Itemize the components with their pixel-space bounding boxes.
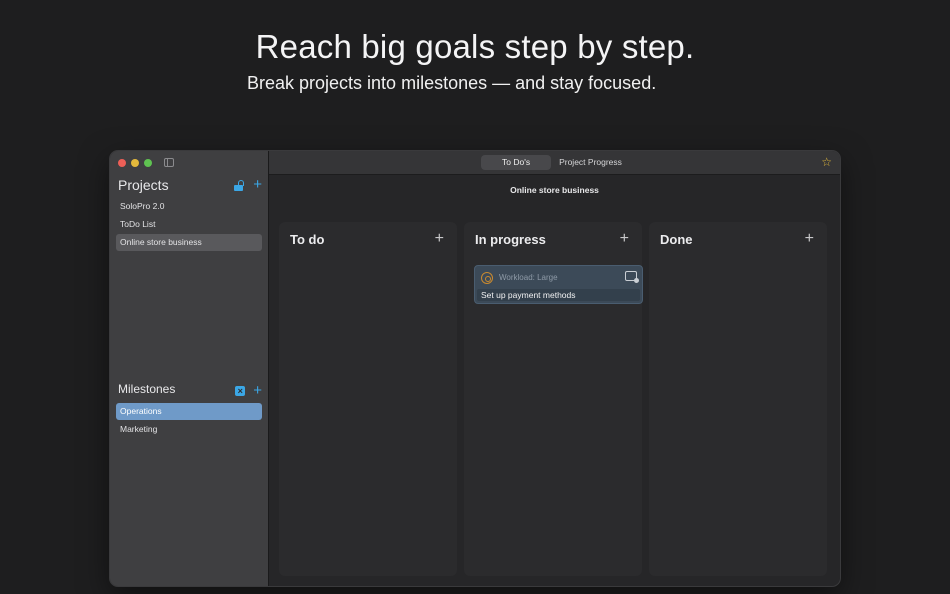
zoom-window-button[interactable] [144,159,152,167]
star-icon[interactable]: ☆ [821,155,832,169]
column-title: To do [290,232,325,247]
window-controls [118,159,152,167]
column-title: In progress [475,232,546,247]
sidebar-toggle-icon[interactable] [164,158,174,167]
add-project-button[interactable]: + [253,177,262,192]
add-card-button[interactable]: + [435,231,444,247]
milestone-item-selected[interactable]: Operations [116,403,262,420]
view-switcher: To Do's Project Progress [481,155,630,170]
hero-subtitle: Break projects into milestones — and sta… [247,73,657,93]
milestones-list: Operations Marketing [116,403,262,439]
add-card-button[interactable]: + [805,231,814,247]
projects-title: Projects [118,177,169,193]
add-milestone-button[interactable]: + [253,383,262,398]
hero-title: Reach big goals step by step. [255,28,695,65]
project-item[interactable]: ToDo List [116,216,262,233]
column-in-progress: In progress + Workload: Large Set up pay… [464,222,643,576]
add-card-button[interactable]: + [620,231,629,247]
tab-project-progress[interactable]: Project Progress [551,155,630,170]
projects-list: SoloPro 2.0 ToDo List Online store busin… [116,198,262,252]
close-window-button[interactable] [118,159,126,167]
card-workload: Workload: Large [499,273,558,282]
card-text[interactable]: Set up payment methods [477,289,640,301]
column-title: Done [660,232,693,247]
milestones-title: Milestones [118,382,176,396]
projects-actions: + [234,177,262,192]
board-title: Online store business [510,185,599,195]
column-done: Done + [649,222,827,576]
app-window: Projects + SoloPro 2.0 ToDo List Online … [110,151,840,586]
project-item-selected[interactable]: Online store business [116,234,262,251]
column-todo: To do + [279,222,457,576]
target-icon [481,272,493,284]
toolbar: To Do's Project Progress ☆ [269,151,840,175]
calendar-icon[interactable] [625,271,639,283]
clear-icon[interactable]: × [235,386,246,396]
main-content: To Do's Project Progress ☆ Online store … [269,151,840,586]
project-item[interactable]: SoloPro 2.0 [116,198,262,215]
sidebar: Projects + SoloPro 2.0 ToDo List Online … [110,151,269,586]
milestone-item[interactable]: Marketing [116,421,262,438]
milestones-actions: × + [235,383,262,398]
task-card[interactable]: Workload: Large Set up payment methods [474,265,643,304]
tab-todos[interactable]: To Do's [481,155,552,170]
lock-icon[interactable] [234,179,245,191]
minimize-window-button[interactable] [131,159,139,167]
